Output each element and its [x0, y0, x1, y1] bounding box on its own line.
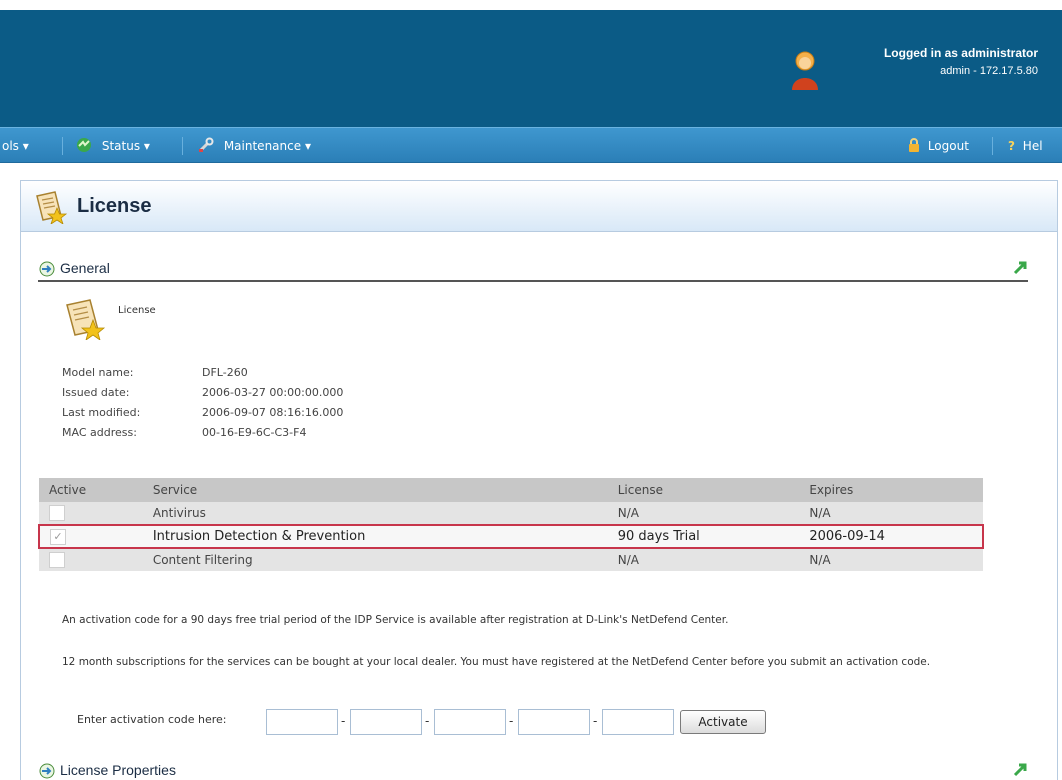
- code-separator: -: [341, 714, 346, 728]
- activation-code-label: Enter activation code here:: [77, 713, 227, 726]
- table-header-row: Active Service License Expires: [39, 478, 983, 502]
- chevron-down-icon: ▾: [22, 139, 29, 153]
- help-icon: ?: [1008, 139, 1015, 153]
- menu-divider: [992, 137, 993, 155]
- subscription-note: 12 month subscriptions for the services …: [62, 656, 931, 668]
- menu-tools-label: ols: [2, 139, 19, 153]
- table-row[interactable]: Antivirus N/A N/A: [39, 502, 983, 525]
- chevron-down-icon: ▾: [304, 139, 311, 153]
- active-checkbox[interactable]: [49, 505, 65, 521]
- services-table: Active Service License Expires Antivirus…: [38, 478, 984, 571]
- service-cell: Antivirus: [142, 502, 608, 525]
- activation-code-field-2[interactable]: [350, 709, 422, 735]
- model-name-label: Model name:: [62, 366, 134, 379]
- service-cell: Intrusion Detection & Prevention: [142, 524, 608, 549]
- table-row[interactable]: Content Filtering N/A N/A: [39, 548, 983, 571]
- app-header: Logged in as administrator admin - 172.1…: [0, 10, 1062, 127]
- model-name-value: DFL-260: [202, 366, 248, 379]
- expires-cell: N/A: [799, 502, 983, 525]
- code-separator: -: [593, 714, 598, 728]
- menu-divider: [182, 137, 183, 155]
- general-section-title: General: [60, 260, 110, 276]
- logout-button[interactable]: Logout: [906, 128, 969, 164]
- license-cell: 90 days Trial: [607, 524, 800, 549]
- activation-code-field-1[interactable]: [266, 709, 338, 735]
- refresh-icon[interactable]: [1012, 762, 1028, 778]
- column-header-license: License: [607, 478, 800, 502]
- user-address-text: admin - 172.17.5.80: [940, 65, 1038, 77]
- expand-arrow-icon: [39, 763, 55, 779]
- refresh-icon[interactable]: [1012, 260, 1028, 276]
- help-label: Hel: [1022, 139, 1043, 153]
- page-title: License: [77, 195, 152, 217]
- license-icon: [66, 299, 106, 340]
- activation-code-field-4[interactable]: [518, 709, 590, 735]
- activation-code-field-3[interactable]: [434, 709, 506, 735]
- logged-in-text: Logged in as administrator: [883, 46, 1038, 60]
- help-button[interactable]: ? Hel: [1008, 128, 1043, 164]
- logout-label: Logout: [927, 139, 969, 153]
- active-cell: [39, 502, 143, 525]
- column-header-expires: Expires: [799, 478, 983, 502]
- mac-address-label: MAC address:: [62, 426, 137, 439]
- active-checkbox-checked[interactable]: ✓: [50, 528, 66, 545]
- mac-address-value: 00-16-E9-6C-C3-F4: [202, 426, 307, 439]
- trial-note: An activation code for a 90 days free tr…: [62, 614, 729, 626]
- menu-maintenance[interactable]: Maintenance ▾: [198, 128, 311, 164]
- top-margin: [0, 0, 1062, 10]
- chevron-down-icon: ▾: [143, 139, 150, 153]
- page-title-bar: License: [20, 180, 1058, 232]
- active-cell: ✓: [38, 524, 143, 549]
- menu-divider: [62, 137, 63, 155]
- user-avatar-icon: [792, 51, 818, 90]
- last-modified-value: 2006-09-07 08:16:16.000: [202, 406, 344, 419]
- column-header-service: Service: [142, 478, 608, 502]
- menu-tools[interactable]: ols ▾: [2, 128, 29, 164]
- license-cell: N/A: [607, 548, 800, 571]
- login-info: Logged in as administrator admin - 172.1…: [884, 44, 1038, 80]
- last-modified-label: Last modified:: [62, 406, 141, 419]
- activate-button[interactable]: Activate: [680, 710, 766, 734]
- active-cell: [39, 548, 143, 571]
- license-icon: [36, 191, 67, 224]
- license-caption: License: [118, 305, 156, 316]
- code-separator: -: [509, 714, 514, 728]
- table-row-highlighted[interactable]: ✓ Intrusion Detection & Prevention 90 da…: [38, 524, 984, 549]
- menu-maintenance-label: Maintenance: [223, 139, 302, 153]
- expires-cell: N/A: [799, 548, 983, 571]
- code-separator: -: [425, 714, 430, 728]
- service-cell: Content Filtering: [142, 548, 608, 571]
- main-menubar: ols ▾ Status ▾ Maintenance ▾ Logout ? He…: [0, 127, 1062, 163]
- activation-code-field-5[interactable]: [602, 709, 674, 735]
- expand-arrow-icon: [39, 261, 55, 277]
- lock-icon: [909, 138, 919, 152]
- column-header-active: Active: [39, 478, 143, 502]
- issued-date-value: 2006-03-27 00:00:00.000: [202, 386, 344, 399]
- license-properties-section-header[interactable]: License Properties: [38, 760, 1028, 780]
- expires-cell: 2006-09-14: [799, 524, 984, 549]
- menu-status-label: Status: [101, 139, 141, 153]
- status-icon: [77, 138, 91, 152]
- issued-date-label: Issued date:: [62, 386, 130, 399]
- license-cell: N/A: [607, 502, 800, 525]
- general-section-header[interactable]: General: [38, 258, 1028, 282]
- menu-status[interactable]: Status ▾: [76, 128, 150, 164]
- wrench-icon: [199, 137, 214, 152]
- license-properties-title: License Properties: [60, 762, 176, 778]
- active-checkbox[interactable]: [49, 552, 65, 568]
